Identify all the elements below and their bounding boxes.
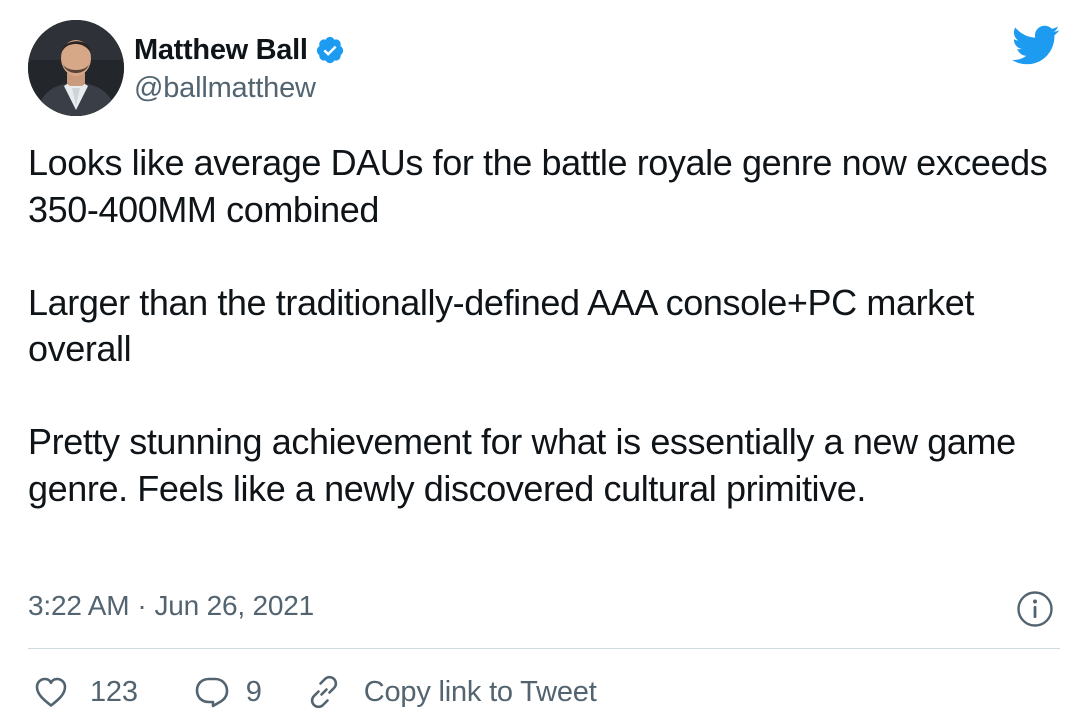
verified-badge-icon — [315, 35, 345, 65]
tweet-text: Looks like average DAUs for the battle r… — [28, 140, 1048, 512]
avatar-image — [28, 20, 124, 116]
tweet-card: Matthew Ball @ballmatthew Looks like ave… — [0, 0, 1084, 722]
tweet-paragraph: Pretty stunning achievement for what is … — [28, 421, 1016, 509]
heart-icon — [35, 677, 67, 707]
tweet-paragraph: Looks like average DAUs for the battle r… — [28, 142, 1048, 230]
tweet-timestamp[interactable]: 3:22 AM · Jun 26, 2021 — [28, 590, 314, 622]
divider — [28, 648, 1060, 649]
tweet-time: 3:22 AM — [28, 590, 130, 621]
reply-button[interactable]: 9 — [194, 675, 262, 709]
link-icon — [310, 675, 337, 709]
copy-link-button[interactable]: Copy link to Tweet — [306, 674, 597, 710]
like-button[interactable]: 123 — [34, 676, 138, 709]
info-icon[interactable] — [1016, 590, 1054, 628]
tweet-paragraph: Larger than the traditionally-defined AA… — [28, 281, 974, 370]
user-handle[interactable]: @ballmatthew — [134, 72, 316, 105]
user-name-row: Matthew Ball — [134, 30, 345, 70]
copy-link-label: Copy link to Tweet — [363, 675, 597, 708]
timestamp-separator: · — [137, 590, 147, 621]
tweet-date: Jun 26, 2021 — [154, 590, 314, 621]
reply-count: 9 — [245, 675, 262, 708]
action-bar: 123 9 Copy link to Tweet — [34, 670, 597, 714]
display-name[interactable]: Matthew Ball — [134, 34, 308, 67]
like-count: 123 — [90, 675, 138, 708]
twitter-bird-icon[interactable] — [1010, 24, 1060, 66]
avatar[interactable] — [28, 20, 124, 116]
speech-bubble-icon — [195, 677, 229, 708]
